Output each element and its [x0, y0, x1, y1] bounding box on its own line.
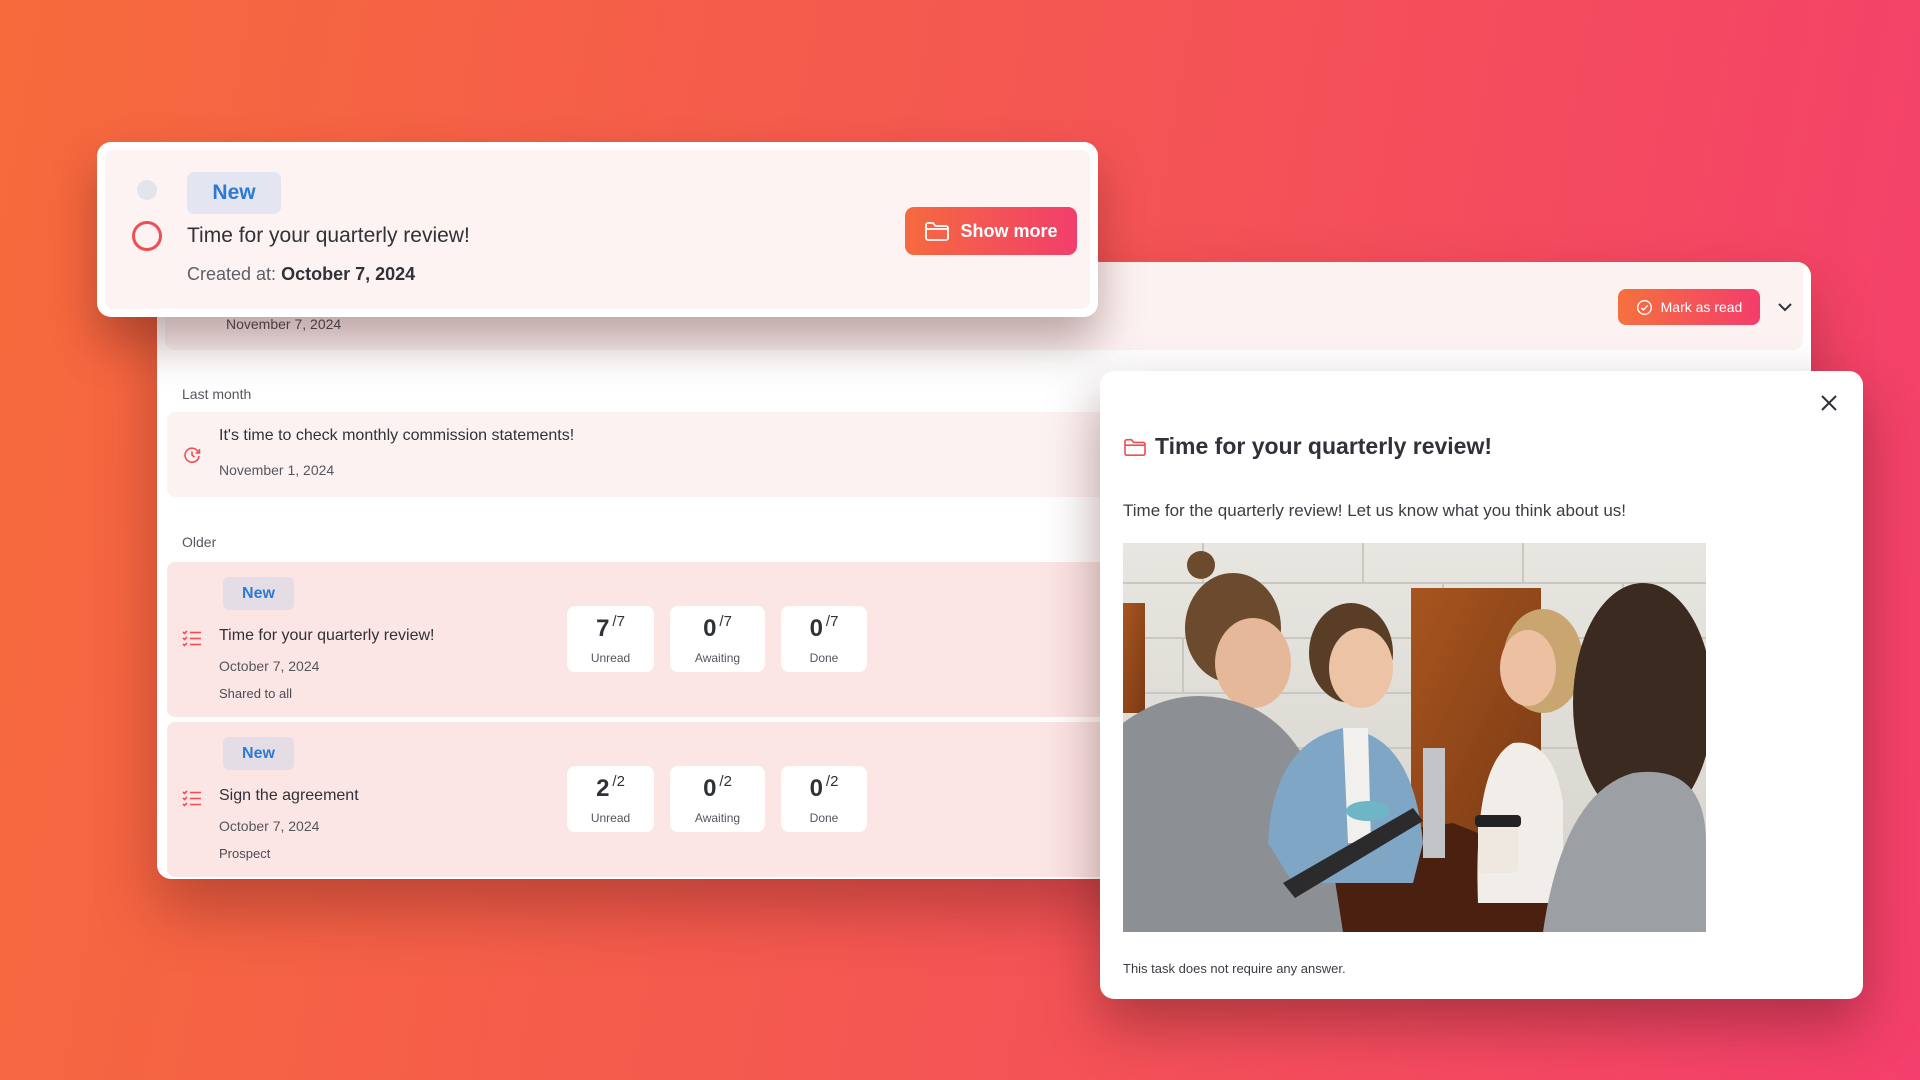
show-more-button[interactable]: Show more: [905, 207, 1077, 255]
status-badge: New: [223, 577, 294, 610]
item-audience: Shared to all: [219, 686, 292, 701]
stat-label: Awaiting: [694, 650, 741, 665]
stat-total: /7: [825, 612, 839, 630]
stat-unread: 7/7 Unread: [567, 606, 654, 672]
item-title: Time for your quarterly review!: [219, 627, 435, 644]
folder-icon: [925, 222, 950, 241]
stat-total: /2: [612, 772, 625, 790]
notification-title: Time for your quarterly review!: [187, 224, 470, 247]
stat-label: Awaiting: [694, 810, 741, 825]
item-audience: Prospect: [219, 846, 271, 861]
stat-awaiting: 0/7 Awaiting: [670, 606, 765, 672]
status-badge: New: [223, 737, 294, 770]
stat-label: Unread: [590, 650, 631, 665]
highlighted-notification-card: New Time for your quarterly review! Crea…: [97, 142, 1098, 317]
checklist-icon: [182, 630, 201, 647]
item-title: Sign the agreement: [219, 787, 359, 804]
modal-title: Time for your quarterly review!: [1123, 433, 1492, 460]
item-date: November 1, 2024: [219, 462, 335, 478]
modal-title-text: Time for your quarterly review!: [1155, 433, 1493, 459]
team-photo: [1123, 543, 1706, 932]
created-at: Created at: October 7, 2024: [187, 264, 415, 285]
stat-done: 0/2 Done: [781, 766, 867, 832]
stat-total: /2: [719, 772, 732, 790]
stat-label: Unread: [590, 810, 631, 825]
created-at-value: October 7, 2024: [281, 264, 416, 284]
item-date: October 7, 2024: [219, 818, 320, 834]
task-detail-modal: Time for your quarterly review! Time for…: [1100, 371, 1863, 999]
stat-done: 0/7 Done: [781, 606, 867, 672]
stat-total: /7: [719, 612, 732, 630]
checklist-icon: [182, 790, 201, 807]
team-photo-illustration: [1123, 543, 1706, 932]
created-at-label: Created at:: [187, 264, 277, 284]
stat-label: Done: [809, 650, 839, 665]
modal-footer-text: This task does not require any answer.: [1123, 961, 1346, 976]
section-label-older: Older: [182, 534, 217, 550]
check-circle-icon: [1636, 299, 1652, 315]
mark-as-read-label: Mark as read: [1660, 299, 1743, 315]
folder-icon: [1124, 438, 1146, 456]
status-badge: New: [187, 172, 281, 214]
modal-body-text: Time for the quarterly review! Let us kn…: [1123, 501, 1627, 520]
item-date: October 7, 2024: [219, 658, 320, 674]
stat-value: 0: [703, 774, 717, 802]
close-button[interactable]: [1815, 389, 1843, 417]
recurring-clock-icon: [184, 447, 201, 463]
stat-label: Done: [809, 810, 839, 825]
previous-item-date: November 7, 2024: [226, 316, 342, 332]
show-more-label: Show more: [960, 220, 1058, 241]
unread-dot-icon: [137, 180, 157, 200]
mark-as-read-button[interactable]: Mark as read: [1618, 289, 1760, 325]
section-label-last-month: Last month: [182, 386, 252, 402]
stat-value: 7: [596, 614, 610, 642]
close-icon: [1821, 395, 1837, 411]
stat-value: 2: [596, 774, 610, 802]
item-title: It's time to check monthly commission st…: [219, 427, 575, 444]
stat-unread: 2/2 Unread: [567, 766, 654, 832]
radio-circle-icon[interactable]: [132, 221, 162, 251]
stat-total: /2: [825, 772, 839, 790]
stat-value: 0: [809, 774, 823, 802]
stat-value: 0: [703, 614, 717, 642]
stat-awaiting: 0/2 Awaiting: [670, 766, 765, 832]
stat-value: 0: [809, 614, 823, 642]
expand-toggle[interactable]: [1772, 294, 1798, 320]
chevron-down-icon: [1778, 303, 1792, 312]
stat-total: /7: [612, 612, 625, 630]
